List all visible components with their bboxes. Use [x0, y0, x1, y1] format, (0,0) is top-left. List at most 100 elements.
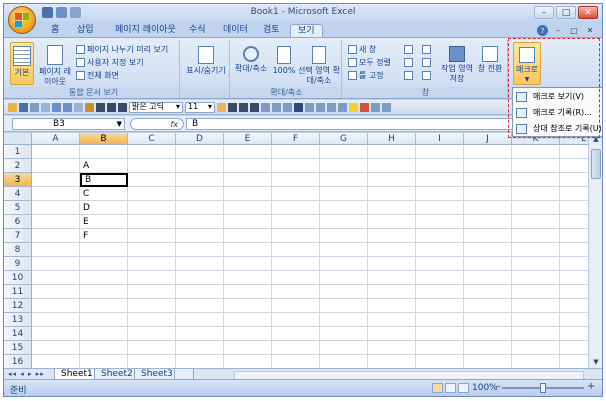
row-header-14[interactable]: 14: [4, 327, 32, 341]
arrange-all-button[interactable]: 모두 정렬: [348, 57, 391, 68]
doc-minimize-button[interactable]: –: [552, 25, 564, 36]
row-header-13[interactable]: 13: [4, 313, 32, 327]
custom-views-button[interactable]: 사용자 지정 보기: [76, 57, 144, 68]
redo-icon[interactable]: [70, 7, 81, 18]
column-header-f[interactable]: F: [272, 133, 320, 145]
italic-icon[interactable]: [239, 102, 248, 112]
cell-b7[interactable]: F: [80, 229, 128, 243]
row-header-2[interactable]: 2: [4, 159, 32, 173]
zoom-100-button[interactable]: 100%: [272, 42, 296, 85]
zoom-button[interactable]: 확대/축소: [234, 42, 268, 85]
reset-position-button[interactable]: [422, 70, 431, 81]
normal-view-status-icon[interactable]: [432, 383, 443, 393]
row-header-3[interactable]: 3: [4, 173, 32, 187]
zoom-level[interactable]: 100%: [472, 383, 498, 393]
font-color-icon[interactable]: [360, 102, 369, 112]
page-layout-view-button[interactable]: 페이지 레이아웃: [38, 42, 72, 86]
cell-b5[interactable]: D: [80, 201, 128, 215]
bold-icon[interactable]: [228, 102, 237, 112]
hide-button[interactable]: [404, 57, 413, 68]
zoom-slider[interactable]: [502, 383, 584, 393]
column-header-b[interactable]: B: [80, 133, 128, 145]
align-center-icon[interactable]: [107, 102, 116, 112]
column-header-g[interactable]: G: [320, 133, 368, 145]
row-header-12[interactable]: 12: [4, 299, 32, 313]
normal-view-button[interactable]: 기본: [10, 42, 34, 85]
column-header-c[interactable]: C: [128, 133, 176, 145]
save-icon[interactable]: [19, 102, 28, 112]
column-header-e[interactable]: E: [224, 133, 272, 145]
split-button[interactable]: [404, 44, 413, 55]
row-header-5[interactable]: 5: [4, 201, 32, 215]
switch-windows-button[interactable]: 창 전환: [476, 42, 504, 85]
percent-icon[interactable]: [316, 102, 325, 112]
row-header-1[interactable]: 1: [4, 145, 32, 159]
freeze-panes-button[interactable]: 틀 고정: [348, 70, 384, 81]
page-break-status-icon[interactable]: [458, 383, 469, 393]
row-header-6[interactable]: 6: [4, 215, 32, 229]
row-header-16[interactable]: 16: [4, 355, 32, 368]
underline-icon[interactable]: [250, 102, 259, 112]
cell-b2[interactable]: A: [80, 159, 128, 173]
zoom-to-selection-button[interactable]: 선택 영역 확대/축소: [298, 42, 340, 85]
row-header-10[interactable]: 10: [4, 271, 32, 285]
office-button[interactable]: [8, 6, 36, 34]
font-size-select[interactable]: 11 ▾: [185, 101, 215, 113]
row-header-8[interactable]: 8: [4, 243, 32, 257]
tab-view[interactable]: 보기: [290, 24, 323, 38]
scroll-down-icon[interactable]: ▼: [589, 356, 602, 368]
row-header-9[interactable]: 9: [4, 257, 32, 271]
border-style-icon[interactable]: [371, 102, 380, 112]
redo-icon[interactable]: [74, 102, 83, 112]
sync-scroll-button[interactable]: [422, 57, 431, 68]
tab-review[interactable]: 검토: [256, 24, 287, 38]
scroll-thumb[interactable]: [591, 149, 601, 179]
column-header-a[interactable]: A: [32, 133, 80, 145]
vertical-scrollbar[interactable]: ▲ ▼: [588, 133, 602, 368]
row-header-15[interactable]: 15: [4, 341, 32, 355]
column-header-j[interactable]: J: [464, 133, 512, 145]
doc-close-button[interactable]: ✕: [584, 25, 596, 36]
print-preview-icon[interactable]: [41, 102, 50, 112]
doc-restore-button[interactable]: □: [568, 25, 580, 36]
tab-data[interactable]: 데이터: [216, 24, 255, 38]
undo-icon[interactable]: [63, 102, 72, 112]
zoom-out-button[interactable]: –: [496, 381, 501, 392]
cell-b4[interactable]: C: [80, 187, 128, 201]
side-by-side-button[interactable]: [422, 44, 431, 55]
align-right-icon[interactable]: [118, 102, 127, 112]
zoom-in-button[interactable]: +: [587, 381, 595, 392]
maximize-button[interactable]: □: [556, 6, 576, 19]
full-screen-button[interactable]: 전체 화면: [76, 70, 119, 81]
close-button[interactable]: ✕: [578, 6, 598, 19]
page-break-preview-button[interactable]: 페이지 나누기 미리 보기: [76, 44, 168, 55]
row-header-4[interactable]: 4: [4, 187, 32, 201]
column-header-i[interactable]: I: [416, 133, 464, 145]
copy-icon[interactable]: [52, 102, 61, 112]
show-hide-button[interactable]: 표시/숨기기: [186, 42, 226, 85]
autosum-icon[interactable]: [294, 102, 303, 112]
zoom-slider-handle[interactable]: [540, 383, 546, 393]
cell-b3[interactable]: B: [80, 173, 128, 187]
new-window-button[interactable]: 새 창: [348, 44, 376, 55]
print-icon[interactable]: [30, 102, 39, 112]
select-all-corner[interactable]: [4, 133, 32, 145]
save-icon[interactable]: [42, 7, 53, 18]
sheet-nav-arrows-icon[interactable]: ◂◂ ◂ ▸ ▸▸: [8, 370, 45, 378]
insert-function-button[interactable]: fx: [130, 118, 184, 130]
more-icon[interactable]: [382, 102, 391, 112]
tab-insert[interactable]: 삽입: [70, 24, 101, 38]
save-workspace-button[interactable]: 작업 영역 저장: [440, 42, 474, 85]
tab-page-layout[interactable]: 페이지 레이아웃: [108, 24, 183, 38]
font-name-select[interactable]: 맑은 고딕 ▾: [129, 101, 183, 113]
format-painter-icon[interactable]: [85, 102, 94, 112]
row-header-11[interactable]: 11: [4, 285, 32, 299]
open-folder-icon[interactable]: [8, 102, 17, 112]
cell-b6[interactable]: E: [80, 215, 128, 229]
row-header-7[interactable]: 7: [4, 229, 32, 243]
align-left-icon[interactable]: [96, 102, 105, 112]
minimize-button[interactable]: –: [534, 6, 554, 19]
tab-formulas[interactable]: 수식: [182, 24, 213, 38]
unhide-button[interactable]: [404, 70, 413, 81]
fill-color-icon[interactable]: [349, 102, 358, 112]
